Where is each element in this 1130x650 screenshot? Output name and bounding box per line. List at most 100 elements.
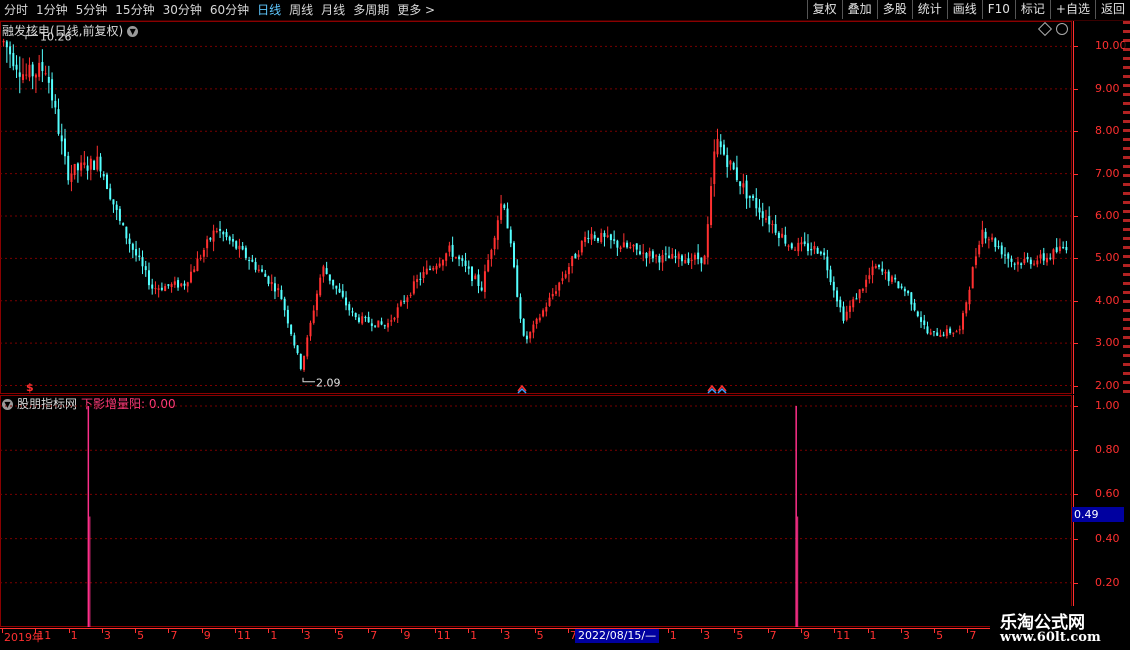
candle-body — [929, 332, 932, 335]
current-value-badge: 0.49 — [1072, 507, 1124, 522]
indicator-frame — [0, 395, 1072, 627]
candle-body — [293, 335, 296, 346]
candle-body — [86, 165, 89, 171]
date-tick — [35, 628, 37, 633]
period-tab-7[interactable]: 周线 — [285, 0, 317, 20]
candle-body — [664, 253, 667, 255]
toolbar-button-4[interactable]: 画线 — [946, 0, 982, 19]
candle-body — [377, 320, 380, 328]
period-tab-4[interactable]: 30分钟 — [159, 0, 206, 20]
candle-body — [303, 355, 306, 370]
candle-body — [332, 279, 335, 286]
period-tab-6[interactable]: 日线 — [253, 0, 285, 20]
period-tab-0[interactable]: 分时 — [0, 0, 32, 20]
period-tab-5[interactable]: 60分钟 — [206, 0, 253, 20]
candle-body — [503, 204, 506, 209]
top-toolbar: 分时 1分钟 5分钟 15分钟 30分钟 60分钟 日线 周线 月线 多周期 更多 > 复权 叠加 多股… — [0, 0, 1130, 21]
candle-body — [202, 249, 205, 257]
candle-body — [1007, 253, 1010, 259]
candle-body — [554, 291, 557, 294]
period-tab-8[interactable]: 月线 — [317, 0, 349, 20]
candle-body — [199, 257, 202, 259]
date-tick — [368, 628, 370, 633]
candle-body — [739, 181, 742, 187]
candle-body — [752, 195, 755, 199]
candle-body — [160, 287, 163, 290]
toolbar-button-7[interactable]: +自选 — [1049, 0, 1095, 19]
toolbar-button-8[interactable]: 返回 — [1094, 0, 1130, 19]
toolbar-button-1[interactable]: 叠加 — [841, 0, 877, 19]
candle-body — [603, 233, 606, 237]
candle-body — [257, 269, 260, 271]
candle-body — [47, 76, 50, 83]
candle-body — [206, 239, 209, 249]
candle-body — [325, 268, 328, 274]
price-tick-label: 9.00 — [1095, 81, 1120, 95]
candle-body — [693, 254, 696, 260]
candle-body — [393, 317, 396, 320]
toolbar-button-0[interactable]: 复权 — [806, 0, 842, 19]
indicator-tick-label: 0.20 — [1095, 575, 1120, 589]
candle-body — [994, 238, 997, 247]
candle-body — [299, 353, 302, 369]
date-tick — [800, 628, 802, 633]
candle-body — [522, 318, 525, 336]
price-tick — [1073, 385, 1078, 387]
date-tick-label: 11 — [436, 629, 451, 642]
candle-body — [89, 158, 92, 170]
candle-body — [264, 273, 267, 277]
toolbar-button-6[interactable]: 标记 — [1014, 0, 1050, 19]
candle-body — [900, 286, 903, 288]
candle-body — [513, 242, 516, 268]
candle-body — [367, 316, 370, 323]
candle-body — [67, 155, 70, 181]
period-tab-9[interactable]: 多周期 — [349, 0, 393, 20]
candle-body — [231, 239, 234, 242]
candle-body — [193, 269, 196, 273]
candle-body — [322, 266, 325, 277]
candle-body — [41, 62, 44, 72]
date-tick-label: 7 — [170, 629, 178, 642]
candle-body — [771, 224, 774, 226]
candle-body — [1000, 245, 1003, 255]
date-tick-label: 5 — [336, 629, 344, 642]
date-tick-label: 3 — [902, 629, 910, 642]
candle-body — [735, 167, 738, 181]
date-tick — [401, 628, 403, 633]
candle-body — [1062, 247, 1065, 249]
candle-body — [151, 284, 154, 289]
candle-body — [852, 299, 855, 308]
period-tab-3[interactable]: 15分钟 — [111, 0, 158, 20]
date-tick-label: 1 — [869, 629, 877, 642]
candle-body — [483, 271, 486, 292]
candle-body — [668, 255, 671, 259]
candle-body — [794, 249, 797, 251]
toolbar-button-2[interactable]: 多股 — [876, 0, 912, 19]
candle-body — [645, 252, 648, 259]
toolbar-button-5[interactable]: F10 — [981, 0, 1015, 19]
candle-body — [238, 245, 241, 250]
candle-body — [319, 277, 322, 296]
price-axis: 10.00 9.00 8.00 7.00 6.00 5.00 4.00 3.00 2.00 — [1073, 21, 1130, 394]
indicator-chart[interactable] — [0, 395, 1072, 627]
date-tick — [767, 628, 769, 633]
period-tab-2[interactable]: 5分钟 — [72, 0, 112, 20]
indicator-tick — [1073, 450, 1078, 452]
candle-body — [632, 244, 635, 247]
candle-body — [648, 251, 651, 257]
price-tick — [1073, 258, 1078, 260]
candle-body — [500, 203, 503, 220]
candle-body — [836, 290, 839, 302]
toolbar-button-3[interactable]: 统计 — [911, 0, 947, 19]
period-tab-10[interactable]: 更多 > — [393, 0, 439, 20]
candle-body — [1039, 254, 1042, 259]
price-chart[interactable]: 10.26 2.09 $ — [0, 21, 1072, 394]
candle-body — [147, 270, 150, 286]
candle-body — [936, 332, 939, 336]
date-tick — [900, 628, 902, 633]
candle-body — [651, 251, 654, 259]
candle-body — [748, 195, 751, 198]
candle-body — [70, 173, 73, 182]
period-tab-1[interactable]: 1分钟 — [32, 0, 72, 20]
price-tick-label: 6.00 — [1095, 208, 1120, 222]
